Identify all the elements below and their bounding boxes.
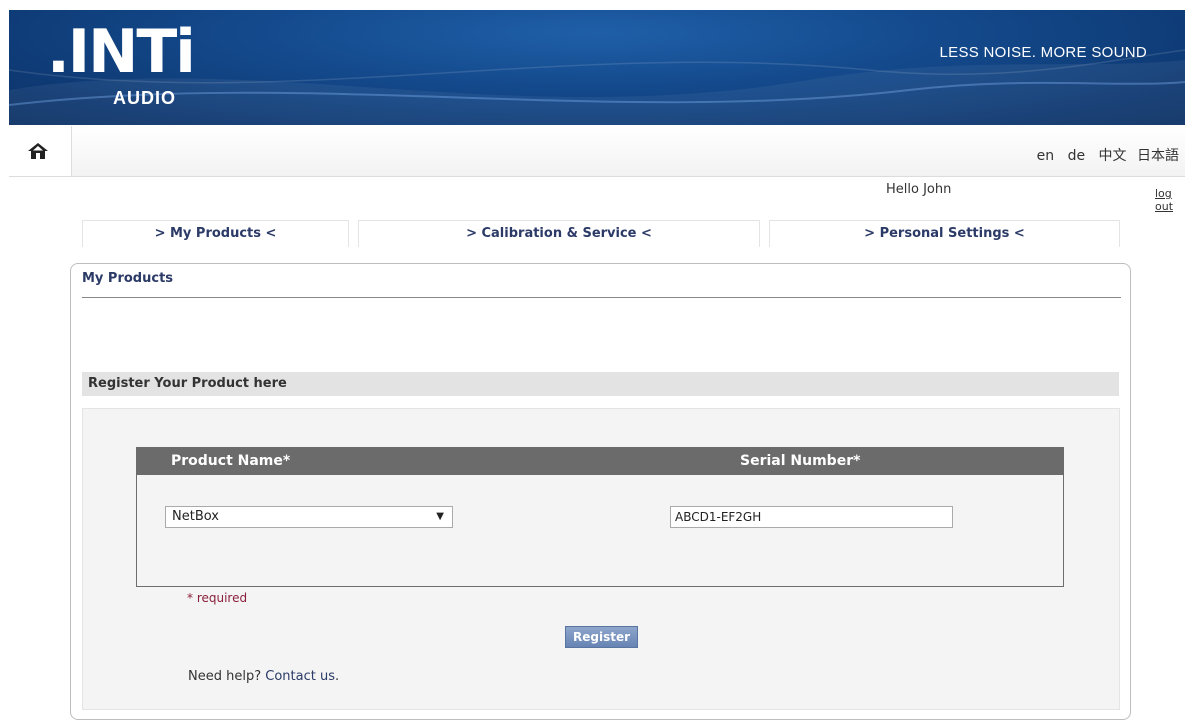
lang-zh[interactable]: 中文 <box>1099 148 1127 164</box>
help-text: Need help? Contact us. <box>188 669 339 684</box>
panel-divider <box>82 297 1121 298</box>
panel-title: My Products <box>82 271 174 286</box>
tab-calibration-service[interactable]: > Calibration & Service < <box>358 220 760 247</box>
logout-link[interactable]: log out <box>1155 187 1193 213</box>
logo-audio-subtitle: AUDIO <box>113 88 176 108</box>
help-suffix: . <box>334 669 340 684</box>
product-name-column-header: Product Name* <box>171 453 291 469</box>
nti-logo[interactable]: .INTi <box>47 16 196 88</box>
lang-de[interactable]: de <box>1068 148 1086 164</box>
serial-number-column-header: Serial Number* <box>740 453 861 469</box>
register-heading: Register Your Product here <box>88 376 287 391</box>
help-prompt: Need help? <box>188 669 266 684</box>
user-greeting: Hello John <box>886 182 952 197</box>
site-header: .INTi AUDIO LESS NOISE. MORE SOUND <box>9 10 1185 125</box>
serial-number-input[interactable] <box>670 506 953 528</box>
header-slogan: LESS NOISE. MORE SOUND <box>939 44 1147 61</box>
product-name-select-value: NetBox <box>172 509 219 524</box>
top-nav-bar <box>9 126 1185 177</box>
product-name-select[interactable]: NetBox ▼ <box>165 506 453 528</box>
contact-us-link[interactable]: Contact us <box>265 669 335 684</box>
required-note: * required <box>187 591 248 605</box>
tab-personal-settings[interactable]: > Personal Settings < <box>769 220 1120 247</box>
lang-ja[interactable]: 日本語 <box>1137 148 1179 164</box>
register-button[interactable]: Register <box>565 626 638 648</box>
home-icon[interactable] <box>28 143 48 159</box>
dropdown-arrow-icon: ▼ <box>436 511 444 522</box>
tab-my-products[interactable]: > My Products < <box>82 220 349 247</box>
lang-en[interactable]: en <box>1037 148 1055 164</box>
language-switcher: en de 中文 日本語 <box>1028 145 1179 165</box>
